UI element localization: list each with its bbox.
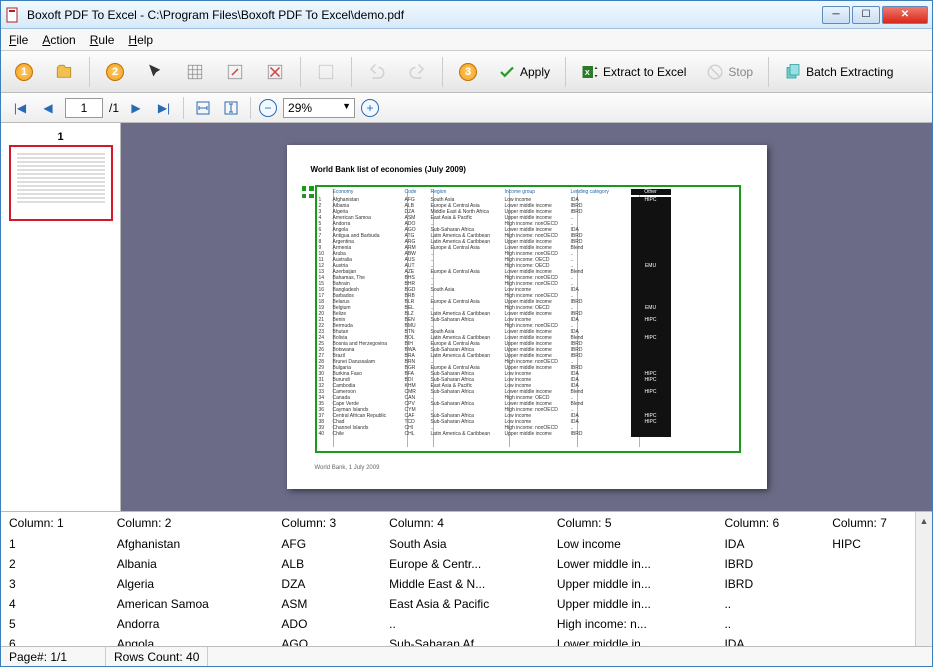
last-page-button[interactable]: ▶| <box>153 97 175 119</box>
fit-height-button[interactable] <box>220 97 242 119</box>
zoom-select[interactable] <box>283 98 355 118</box>
page-number-input[interactable] <box>65 98 103 118</box>
add-table-button[interactable] <box>178 55 212 89</box>
data-grid[interactable]: Column: 1Column: 2Column: 3Column: 4Colu… <box>1 512 932 646</box>
status-page: Page#: 1/1 <box>1 647 106 666</box>
window-title: Boxoft PDF To Excel - C:\Program Files\B… <box>27 8 822 22</box>
nav-toolbar: |◀ ◀ /1 ▶ ▶| − ▼ + <box>1 93 932 123</box>
zoom-in-button[interactable]: + <box>361 99 379 117</box>
doc-footer: World Bank, 1 July 2009 <box>315 465 380 471</box>
delete-button <box>309 55 343 89</box>
status-rows: Rows Count: 40 <box>106 647 208 666</box>
undo-button <box>360 55 394 89</box>
pdf-page: World Bank list of economies (July 2009)… <box>287 145 767 489</box>
menubar: File Action Rule Help <box>1 29 932 51</box>
apply-button[interactable]: Apply <box>491 55 557 89</box>
workspace: 1 World Bank list of economies (July 200… <box>1 123 932 511</box>
fit-width-button[interactable] <box>192 97 214 119</box>
menu-action[interactable]: Action <box>42 33 75 47</box>
table-row[interactable]: 6AngolaAGOSub-Saharan Af...Lower middle … <box>1 634 932 646</box>
page-canvas[interactable]: World Bank list of economies (July 2009)… <box>121 123 932 511</box>
app-icon <box>5 7 21 23</box>
menu-file[interactable]: File <box>9 33 28 47</box>
prev-page-button[interactable]: ◀ <box>37 97 59 119</box>
redo-button <box>400 55 434 89</box>
scroll-up-icon[interactable]: ▲ <box>916 512 932 529</box>
grid-header[interactable]: Column: 5 <box>549 512 717 534</box>
minimize-button[interactable]: ─ <box>822 6 850 24</box>
stop-button: Stop <box>699 55 760 89</box>
doc-title: World Bank list of economies (July 2009) <box>311 165 743 174</box>
grid-header[interactable]: Column: 4 <box>381 512 549 534</box>
maximize-button[interactable]: ☐ <box>852 6 880 24</box>
main-toolbar: 1 2 3 Apply XExtract to Excel Stop Batch… <box>1 51 932 93</box>
table-row[interactable]: 5AndorraADO..High income: n..... <box>1 614 932 634</box>
svg-text:X: X <box>585 68 590 77</box>
grid-scrollbar[interactable]: ▲ <box>915 512 932 646</box>
table-row[interactable]: 4American SamoaASMEast Asia & PacificUpp… <box>1 594 932 614</box>
next-page-button[interactable]: ▶ <box>125 97 147 119</box>
doc-table-preview: EconomyCodeRegionIncome groupLending cat… <box>319 189 737 447</box>
grid-header[interactable]: Column: 6 <box>716 512 824 534</box>
batch-extracting-button[interactable]: Batch Extracting <box>777 55 900 89</box>
edit-table-button[interactable] <box>218 55 252 89</box>
selection-handle-icon[interactable] <box>301 185 315 199</box>
thumb-page-number: 1 <box>9 131 112 143</box>
data-grid-panel: Column: 1Column: 2Column: 3Column: 4Colu… <box>1 511 932 646</box>
close-button[interactable]: ✕ <box>882 6 928 24</box>
table-row[interactable]: 3AlgeriaDZAMiddle East & N...Upper middl… <box>1 574 932 594</box>
page-thumbnail[interactable] <box>9 145 113 221</box>
extract-to-excel-button[interactable]: XExtract to Excel <box>574 55 693 89</box>
table-row[interactable]: 2AlbaniaALBEurope & Centr...Lower middle… <box>1 554 932 574</box>
thumbnail-panel: 1 <box>1 123 121 511</box>
titlebar: Boxoft PDF To Excel - C:\Program Files\B… <box>1 1 932 29</box>
menu-help[interactable]: Help <box>128 33 153 47</box>
zoom-out-button[interactable]: − <box>259 99 277 117</box>
select-tool-button[interactable] <box>138 55 172 89</box>
open-file-button[interactable] <box>47 55 81 89</box>
table-row[interactable]: 1AfghanistanAFGSouth AsiaLow incomeIDAHI… <box>1 534 932 554</box>
menu-rule[interactable]: Rule <box>90 33 115 47</box>
statusbar: Page#: 1/1 Rows Count: 40 <box>1 646 932 666</box>
step-2-badge: 2 <box>98 55 132 89</box>
grid-header[interactable]: Column: 2 <box>109 512 274 534</box>
grid-header[interactable]: Column: 3 <box>273 512 381 534</box>
step-3-badge: 3 <box>451 55 485 89</box>
first-page-button[interactable]: |◀ <box>9 97 31 119</box>
clear-table-button[interactable] <box>258 55 292 89</box>
grid-header[interactable]: Column: 1 <box>1 512 109 534</box>
step-1-badge: 1 <box>7 55 41 89</box>
page-total-label: /1 <box>109 101 119 115</box>
